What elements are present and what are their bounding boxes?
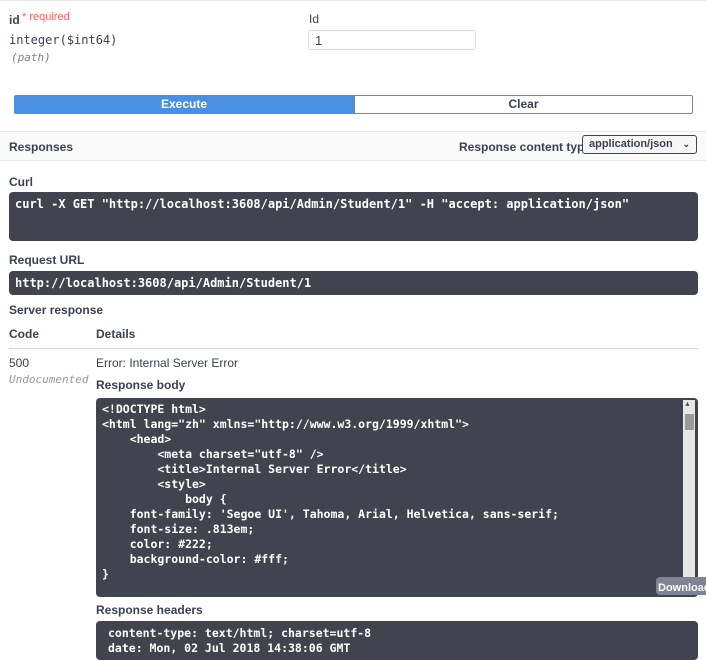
request-url-value: http://localhost:3608/api/Admin/Student/… [9, 271, 698, 295]
responses-title: Responses [9, 140, 74, 154]
chevron-down-icon: ⌄ [682, 139, 690, 149]
top-divider [0, 0, 706, 1]
response-body: <!DOCTYPE html> <html lang="zh" xmlns="h… [96, 398, 698, 597]
param-required-mark: * required [22, 11, 70, 23]
col-header-details: Details [96, 327, 136, 341]
col-header-code: Code [9, 327, 39, 341]
table-divider [9, 348, 698, 349]
param-description: Id [309, 12, 320, 26]
request-url-label: Request URL [9, 253, 85, 267]
response-content-type-select[interactable]: application/json ⌄ [582, 135, 697, 154]
response-headers-text: content-type: text/html; charset=utf-8 d… [108, 626, 372, 655]
scrollbar-thumb[interactable] [685, 414, 694, 430]
id-input[interactable] [308, 30, 476, 50]
response-headers-label: Response headers [96, 603, 203, 617]
param-type: integer($int64) [9, 33, 118, 47]
download-button[interactable]: Download [656, 577, 706, 595]
response-headers: content-type: text/html; charset=utf-8 d… [96, 621, 698, 660]
response-body-text: <!DOCTYPE html> <html lang="zh" xmlns="h… [102, 402, 559, 581]
response-code-note: Undocumented [9, 373, 89, 386]
curl-command: curl -X GET "http://localhost:3608/api/A… [9, 192, 698, 241]
server-response-label: Server response [9, 303, 104, 317]
clear-button[interactable]: Clear [354, 95, 693, 114]
response-code: 500 [9, 356, 30, 370]
param-name: id [9, 13, 20, 27]
response-body-label: Response body [96, 378, 186, 392]
response-details: Error: Internal Server Error [96, 356, 239, 370]
curl-label: Curl [9, 175, 33, 189]
param-location: (path) [11, 51, 51, 64]
execute-button[interactable]: Execute [14, 95, 354, 114]
responses-header: Responses Response content type applicat… [0, 131, 706, 161]
response-content-type-label: Response content type [459, 140, 592, 154]
response-content-type-value: application/json [589, 138, 673, 150]
scroll-up-icon[interactable]: ▲ [684, 401, 691, 408]
